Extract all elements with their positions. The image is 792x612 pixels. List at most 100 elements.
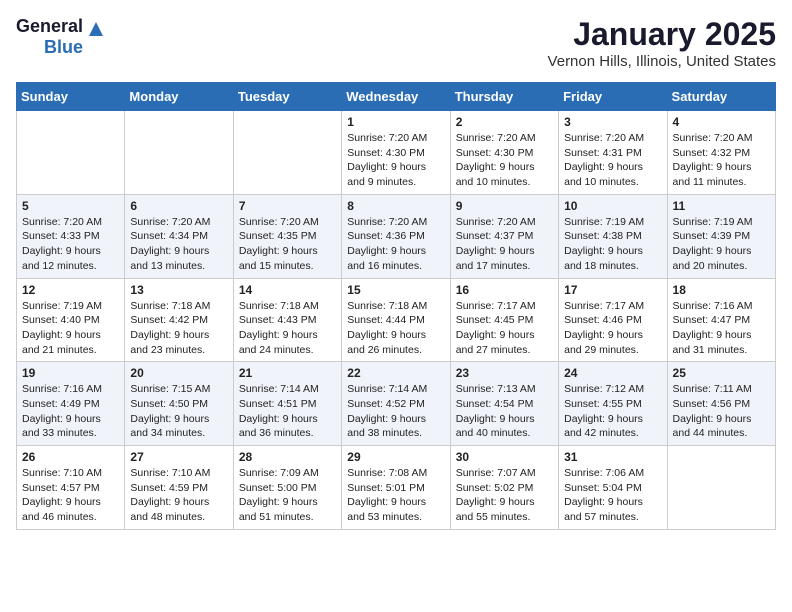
day-number: 23 <box>456 366 553 380</box>
calendar-cell: 9 Sunrise: 7:20 AMSunset: 4:37 PMDaylight… <box>450 194 558 278</box>
calendar-cell: 8Sunrise: 7:20 AMSunset: 4:36 PMDaylight… <box>342 194 450 278</box>
header-monday: Monday <box>125 83 233 111</box>
header-sunday: Sunday <box>17 83 125 111</box>
calendar-cell: 22 Sunrise: 7:14 AMSunset: 4:52 PMDayligh… <box>342 362 450 446</box>
title-block: January 2025 Vernon Hills, Illinois, Uni… <box>548 16 776 70</box>
cell-content: Sunrise: 7:20 AMSunset: 4:37 PMDaylight:… <box>456 215 553 274</box>
calendar-cell: 29 Sunrise: 7:08 AMSunset: 5:01 PMDayligh… <box>342 446 450 530</box>
calendar-cell <box>17 111 125 195</box>
day-number: 22 <box>347 366 444 380</box>
calendar-cell: 20 Sunrise: 7:15 AMSunset: 4:50 PMDayligh… <box>125 362 233 446</box>
calendar-cell: 5Sunrise: 7:20 AMSunset: 4:33 PMDaylight… <box>17 194 125 278</box>
cell-content: Sunrise: 7:20 AMSunset: 4:30 PMDaylight:… <box>456 131 553 190</box>
calendar-cell: 26 Sunrise: 7:10 AMSunset: 4:57 PMDayligh… <box>17 446 125 530</box>
day-number: 16 <box>456 283 553 297</box>
cell-content: Sunrise: 7:16 AMSunset: 4:49 PMDaylight:… <box>22 382 119 441</box>
calendar-week-row: 5Sunrise: 7:20 AMSunset: 4:33 PMDaylight… <box>17 194 776 278</box>
header-tuesday: Tuesday <box>233 83 341 111</box>
header-saturday: Saturday <box>667 83 775 111</box>
cell-content: Sunrise: 7:10 AMSunset: 4:57 PMDaylight:… <box>22 466 119 525</box>
cell-content: Sunrise: 7:11 AMSunset: 4:56 PMDaylight:… <box>673 382 770 441</box>
day-number: 31 <box>564 450 661 464</box>
calendar-cell: 19 Sunrise: 7:16 AMSunset: 4:49 PMDayligh… <box>17 362 125 446</box>
day-number: 29 <box>347 450 444 464</box>
day-number: 7 <box>239 199 336 213</box>
cell-content: Sunrise: 7:08 AMSunset: 5:01 PMDaylight:… <box>347 466 444 525</box>
day-number: 4 <box>673 115 770 129</box>
day-number: 25 <box>673 366 770 380</box>
cell-content: Sunrise: 7:15 AMSunset: 4:50 PMDaylight:… <box>130 382 227 441</box>
cell-content: Sunrise: 7:10 AMSunset: 4:59 PMDaylight:… <box>130 466 227 525</box>
calendar-cell: 12 Sunrise: 7:19 AMSunset: 4:40 PMDayligh… <box>17 278 125 362</box>
calendar-cell: 14 Sunrise: 7:18 AMSunset: 4:43 PMDayligh… <box>233 278 341 362</box>
cell-content: Sunrise: 7:19 AMSunset: 4:38 PMDaylight:… <box>564 215 661 274</box>
cell-content: Sunrise: 7:14 AMSunset: 4:52 PMDaylight:… <box>347 382 444 441</box>
day-number: 12 <box>22 283 119 297</box>
cell-content: Sunrise: 7:20 AMSunset: 4:31 PMDaylight:… <box>564 131 661 190</box>
calendar-cell: 31 Sunrise: 7:06 AMSunset: 5:04 PMDayligh… <box>559 446 667 530</box>
day-number: 27 <box>130 450 227 464</box>
cell-content: Sunrise: 7:20 AMSunset: 4:32 PMDaylight:… <box>673 131 770 190</box>
day-number: 30 <box>456 450 553 464</box>
calendar-week-row: 1 Sunrise: 7:20 AMSunset: 4:30 PMDaylight… <box>17 111 776 195</box>
cell-content: Sunrise: 7:17 AMSunset: 4:46 PMDaylight:… <box>564 299 661 358</box>
calendar-cell <box>233 111 341 195</box>
calendar-cell: 17 Sunrise: 7:17 AMSunset: 4:46 PMDayligh… <box>559 278 667 362</box>
calendar-cell: 13Sunrise: 7:18 AMSunset: 4:42 PMDayligh… <box>125 278 233 362</box>
calendar-cell: 28 Sunrise: 7:09 AMSunset: 5:00 PMDayligh… <box>233 446 341 530</box>
calendar-table: SundayMondayTuesdayWednesdayThursdayFrid… <box>16 82 776 530</box>
day-number: 17 <box>564 283 661 297</box>
day-number: 28 <box>239 450 336 464</box>
day-number: 24 <box>564 366 661 380</box>
cell-content: Sunrise: 7:12 AMSunset: 4:55 PMDaylight:… <box>564 382 661 441</box>
calendar-cell: 30 Sunrise: 7:07 AMSunset: 5:02 PMDayligh… <box>450 446 558 530</box>
cell-content: Sunrise: 7:06 AMSunset: 5:04 PMDaylight:… <box>564 466 661 525</box>
cell-content: Sunrise: 7:09 AMSunset: 5:00 PMDaylight:… <box>239 466 336 525</box>
cell-content: Sunrise: 7:20 AMSunset: 4:35 PMDaylight:… <box>239 215 336 274</box>
day-number: 1 <box>347 115 444 129</box>
page-subtitle: Vernon Hills, Illinois, United States <box>548 53 776 70</box>
calendar-cell: 23 Sunrise: 7:13 AMSunset: 4:54 PMDayligh… <box>450 362 558 446</box>
day-number: 15 <box>347 283 444 297</box>
day-number: 20 <box>130 366 227 380</box>
cell-content: Sunrise: 7:19 AMSunset: 4:40 PMDaylight:… <box>22 299 119 358</box>
day-number: 8 <box>347 199 444 213</box>
header-wednesday: Wednesday <box>342 83 450 111</box>
cell-content: Sunrise: 7:20 AMSunset: 4:34 PMDaylight:… <box>130 215 227 274</box>
calendar-header-row: SundayMondayTuesdayWednesdayThursdayFrid… <box>17 83 776 111</box>
logo-triangle-icon <box>85 18 107 40</box>
calendar-cell: 18Sunrise: 7:16 AMSunset: 4:47 PMDayligh… <box>667 278 775 362</box>
cell-content: Sunrise: 7:14 AMSunset: 4:51 PMDaylight:… <box>239 382 336 441</box>
cell-content: Sunrise: 7:07 AMSunset: 5:02 PMDaylight:… <box>456 466 553 525</box>
logo: General Blue <box>16 16 107 58</box>
cell-content: Sunrise: 7:19 AMSunset: 4:39 PMDaylight:… <box>673 215 770 274</box>
calendar-week-row: 19 Sunrise: 7:16 AMSunset: 4:49 PMDayligh… <box>17 362 776 446</box>
day-number: 19 <box>22 366 119 380</box>
calendar-cell: 25 Sunrise: 7:11 AMSunset: 4:56 PMDayligh… <box>667 362 775 446</box>
cell-content: Sunrise: 7:18 AMSunset: 4:43 PMDaylight:… <box>239 299 336 358</box>
calendar-cell: 6Sunrise: 7:20 AMSunset: 4:34 PMDaylight… <box>125 194 233 278</box>
day-number: 3 <box>564 115 661 129</box>
cell-content: Sunrise: 7:17 AMSunset: 4:45 PMDaylight:… <box>456 299 553 358</box>
cell-content: Sunrise: 7:13 AMSunset: 4:54 PMDaylight:… <box>456 382 553 441</box>
logo-general-text: General <box>16 16 83 37</box>
calendar-cell: 11 Sunrise: 7:19 AMSunset: 4:39 PMDayligh… <box>667 194 775 278</box>
day-number: 13 <box>130 283 227 297</box>
calendar-cell: 7 Sunrise: 7:20 AMSunset: 4:35 PMDaylight… <box>233 194 341 278</box>
day-number: 11 <box>673 199 770 213</box>
calendar-cell: 3 Sunrise: 7:20 AMSunset: 4:31 PMDaylight… <box>559 111 667 195</box>
day-number: 9 <box>456 199 553 213</box>
calendar-cell: 1Sunrise: 7:20 AMSunset: 4:30 PMDaylight… <box>342 111 450 195</box>
calendar-cell: 2Sunrise: 7:20 AMSunset: 4:30 PMDaylight… <box>450 111 558 195</box>
calendar-cell <box>125 111 233 195</box>
page-title: January 2025 <box>548 16 776 53</box>
calendar-cell: 4 Sunrise: 7:20 AMSunset: 4:32 PMDaylight… <box>667 111 775 195</box>
day-number: 10 <box>564 199 661 213</box>
day-number: 5 <box>22 199 119 213</box>
header-thursday: Thursday <box>450 83 558 111</box>
cell-content: Sunrise: 7:16 AMSunset: 4:47 PMDaylight:… <box>673 299 770 358</box>
day-number: 14 <box>239 283 336 297</box>
day-number: 26 <box>22 450 119 464</box>
calendar-cell: 21Sunrise: 7:14 AMSunset: 4:51 PMDayligh… <box>233 362 341 446</box>
logo-blue-text: Blue <box>44 37 83 58</box>
